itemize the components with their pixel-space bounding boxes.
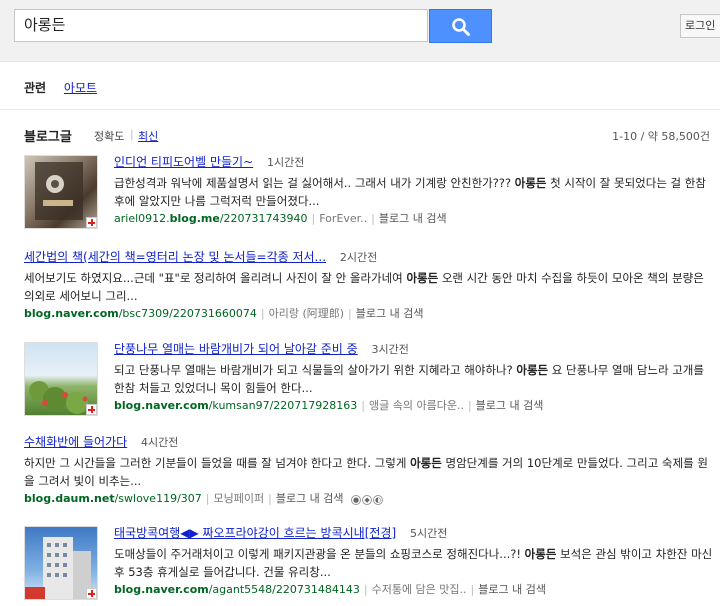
result-meta: blog.naver.com/kumsan97/220717928163 | 앵글 … xyxy=(114,399,544,412)
view-icon[interactable]: ◐ xyxy=(373,495,384,505)
divider xyxy=(0,109,720,110)
result-item: 단풍나무 열매는 바람개비가 되어 날아갈 준비 중 3시간전 되고 단풍나무 … xyxy=(24,342,714,422)
result-snippet: 도매상들이 주거래처이고 이렇게 패키지관광을 온 분들의 쇼핑코스로 정해진다… xyxy=(114,547,713,579)
result-url[interactable]: ariel0912.blog.me/220731743940 xyxy=(114,212,308,225)
result-meta: blog.naver.com/agant5548/220731484143 | 수저… xyxy=(114,583,546,596)
blog-search-link[interactable]: 블로그 내 검색 xyxy=(476,399,544,412)
result-body: 태국방콕여행◀▶ 짜오프라야강이 흐르는 방콕시내[전경] 5시간전 도매상들이… xyxy=(114,526,714,597)
result-thumbnail[interactable] xyxy=(24,155,98,229)
result-meta: blog.daum.net/swlove119/307 | 모닝페이퍼 | 블로그 내 … xyxy=(24,492,714,506)
top-bar: 아롱든 로그인 xyxy=(0,0,720,62)
result-item: 세간법의 책(세간의 책=영터리 논장 및 논서들=각종 저서... 2시간전 … xyxy=(24,250,714,320)
result-url[interactable]: blog.daum.net/swlove119/307 xyxy=(24,492,202,505)
result-meta: ariel0912.blog.me/220731743940 | ForEver..… xyxy=(114,212,447,225)
result-time: 3시간전 xyxy=(371,343,409,356)
blog-search-link[interactable]: 블로그 내 검색 xyxy=(356,307,424,320)
result-body: 세간법의 책(세간의 책=영터리 논장 및 논서들=각종 저서... 2시간전 … xyxy=(24,250,714,321)
share-icons: ● ◆ ◐ xyxy=(351,492,384,506)
result-snippet: 급한성격과 워낙에 제품설명서 읽는 걸 싫어해서.. 그래서 내가 기계랑 안… xyxy=(114,176,706,208)
section-header: 블로그글 정확도 | 최신 1-10 / 약 58,500건 xyxy=(24,124,714,145)
result-time: 1시간전 xyxy=(266,156,305,169)
result-url[interactable]: blog.naver.com/agant5548/220731484143 xyxy=(114,583,360,596)
blog-badge-icon xyxy=(86,588,97,599)
result-author[interactable]: 아리랑 (阿理郎) xyxy=(269,307,344,320)
result-time: 5시간전 xyxy=(409,527,448,540)
result-title-link[interactable]: 세간법의 책(세간의 책=영터리 논장 및 논서들=각종 저서... xyxy=(24,250,326,264)
search-button[interactable] xyxy=(429,9,492,43)
result-count: 1-10 / 약 58,500건 xyxy=(612,130,710,143)
result-title-link[interactable]: 인디언 티피도어벨 만들기~ xyxy=(114,155,253,169)
result-meta: blog.naver.com/bsc7309/220731660074 | 아리랑 … xyxy=(24,307,424,320)
result-time: 4시간전 xyxy=(141,436,179,449)
result-url[interactable]: blog.naver.com/bsc7309/220731660074 xyxy=(24,307,257,320)
search-input[interactable]: 아롱든 xyxy=(14,9,428,42)
result-author[interactable]: ForEver.. xyxy=(319,212,367,225)
daum-icon[interactable]: ● xyxy=(351,495,362,505)
result-item: 수채화반에 들어가다 4시간전 하지만 그 시간들을 그러한 기분들이 들었을 … xyxy=(24,435,714,505)
result-item: 인디언 티피도어벨 만들기~ 1시간전 급한성격과 워낙에 제품설명서 읽는 걸… xyxy=(24,155,714,235)
blog-search-link[interactable]: 블로그 내 검색 xyxy=(276,492,344,505)
result-snippet: 세어보기도 하였지요...근데 "표"로 정리하여 올리려니 사진이 잘 안 올… xyxy=(24,271,704,303)
blog-search-link[interactable]: 블로그 내 검색 xyxy=(379,212,447,225)
blog-badge-icon xyxy=(86,217,97,228)
sort-latest[interactable]: 최신 xyxy=(138,128,158,144)
result-author[interactable]: 수저통에 담은 맛집.. xyxy=(372,583,467,596)
result-title-link[interactable]: 태국방콕여행◀▶ 짜오프라야강이 흐르는 방콕시내[전경] xyxy=(114,526,396,540)
login-button[interactable]: 로그인 xyxy=(680,14,720,38)
result-thumbnail[interactable] xyxy=(24,342,98,416)
result-title-link[interactable]: 단풍나무 열매는 바람개비가 되어 날아갈 준비 중 xyxy=(114,342,358,356)
result-body: 인디언 티피도어벨 만들기~ 1시간전 급한성격과 워낙에 제품설명서 읽는 걸… xyxy=(114,155,714,226)
search-icon xyxy=(452,18,470,36)
related-searches: 관련 아모트 xyxy=(24,79,97,96)
blog-badge-icon xyxy=(86,404,97,415)
section-title: 블로그글 xyxy=(24,130,72,145)
result-body: 수채화반에 들어가다 4시간전 하지만 그 시간들을 그러한 기분들이 들었을 … xyxy=(24,435,714,506)
result-item: 태국방콕여행◀▶ 짜오프라야강이 흐르는 방콕시내[전경] 5시간전 도매상들이… xyxy=(24,526,714,606)
result-time: 2시간전 xyxy=(339,251,378,264)
blog-search-link[interactable]: 블로그 내 검색 xyxy=(478,583,546,596)
share-icon[interactable]: ◆ xyxy=(362,495,373,505)
result-author[interactable]: 앵글 속의 아름다운.. xyxy=(369,399,464,412)
result-snippet: 되고 단풍나무 열매는 바람개비가 되고 식물들의 살아가기 위한 지혜라고 해… xyxy=(114,363,704,395)
result-author[interactable]: 모닝페이퍼 xyxy=(214,492,265,505)
result-thumbnail[interactable] xyxy=(24,526,98,600)
result-snippet: 하지만 그 시간들을 그러한 기분들이 들었을 때를 잘 넘겨야 한다고 한다.… xyxy=(24,456,708,488)
related-link[interactable]: 아모트 xyxy=(64,81,97,95)
related-label: 관련 xyxy=(24,81,47,95)
sort-accuracy[interactable]: 정확도 xyxy=(94,128,124,144)
sort-separator: | xyxy=(130,128,134,141)
result-url[interactable]: blog.naver.com/kumsan97/220717928163 xyxy=(114,399,357,412)
result-title-link[interactable]: 수채화반에 들어가다 xyxy=(24,435,127,449)
result-body: 단풍나무 열매는 바람개비가 되어 날아갈 준비 중 3시간전 되고 단풍나무 … xyxy=(114,342,714,413)
